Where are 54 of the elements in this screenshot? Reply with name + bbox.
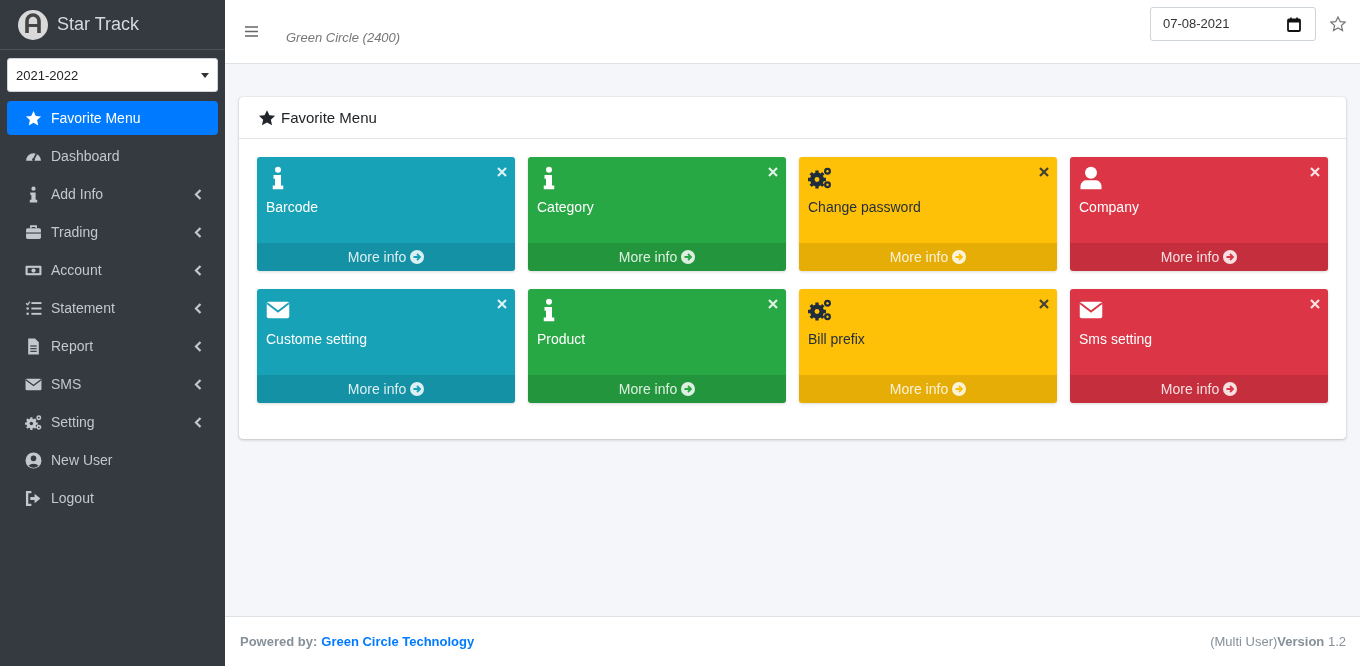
powered-by-label: Powered by: [240, 634, 318, 649]
tile-label: Sms setting [1079, 331, 1154, 347]
user-icon [1079, 166, 1103, 190]
tile-label: Company [1079, 199, 1140, 215]
sidebar-item[interactable]: Dashboard [7, 139, 218, 173]
sidebar-item[interactable]: Statement [7, 291, 218, 325]
arrow-circle-right-icon [952, 250, 967, 264]
star-outline-icon[interactable] [1330, 15, 1346, 32]
tile-label: Custome setting [266, 331, 369, 347]
arrow-circle-right-icon [1223, 250, 1238, 264]
sidebar-item[interactable]: Report [7, 329, 218, 363]
arrow-circle-right-icon [410, 382, 425, 396]
sidebar-item[interactable]: Trading [7, 215, 218, 249]
user-circle-icon [24, 451, 42, 469]
caret-down-icon [201, 72, 209, 78]
gears-icon [24, 413, 42, 431]
menu-icon[interactable] [245, 26, 258, 37]
company-link[interactable]: Green Circle Technology [321, 634, 475, 649]
arrow-circle-right-icon [681, 382, 696, 396]
arrow-circle-right-icon [1223, 382, 1238, 396]
sidebar-item[interactable]: SMS [7, 367, 218, 401]
brand-name: Star Track [57, 14, 140, 35]
sidebar-item[interactable]: New User [7, 443, 218, 477]
close-icon[interactable] [1039, 167, 1049, 177]
checklist-icon [24, 299, 42, 317]
briefcase-icon [24, 223, 42, 241]
company-name: Green Circle (2400) [286, 30, 402, 45]
sign-out-icon [24, 489, 42, 507]
sidebar-item[interactable]: Account [7, 253, 218, 287]
star-icon [258, 108, 276, 127]
logo-icon [18, 9, 48, 40]
version-text: (Multi User)Version 1.2 [1210, 634, 1346, 649]
tile-label: Category [537, 199, 595, 215]
more-info-link[interactable]: More info [1070, 375, 1328, 403]
gears-icon [808, 166, 832, 190]
more-info-link[interactable]: More info [1070, 243, 1328, 271]
card-title: Favorite Menu [281, 109, 377, 126]
sidebar-item[interactable]: Logout [7, 481, 218, 515]
date-field[interactable]: 07-08-2021 [1150, 6, 1316, 41]
arrow-circle-right-icon [410, 250, 425, 264]
arrow-circle-right-icon [952, 382, 967, 396]
arrow-circle-right-icon [681, 250, 696, 264]
tile-label: Product [537, 331, 587, 347]
tile-label: Bill prefix [808, 331, 866, 347]
tile-label: Barcode [266, 199, 320, 215]
year-select[interactable]: 2021-2022 [7, 58, 218, 92]
sidebar-item[interactable]: Setting [7, 405, 218, 439]
star-icon [24, 109, 42, 127]
close-icon[interactable] [1039, 299, 1049, 309]
gears-icon [808, 298, 832, 322]
tile-label: Change password [808, 199, 922, 215]
sidebar-item[interactable]: Favorite Menu [7, 101, 218, 135]
sidebar-item[interactable]: Add Info [7, 177, 218, 211]
calendar-icon[interactable] [1287, 16, 1301, 32]
